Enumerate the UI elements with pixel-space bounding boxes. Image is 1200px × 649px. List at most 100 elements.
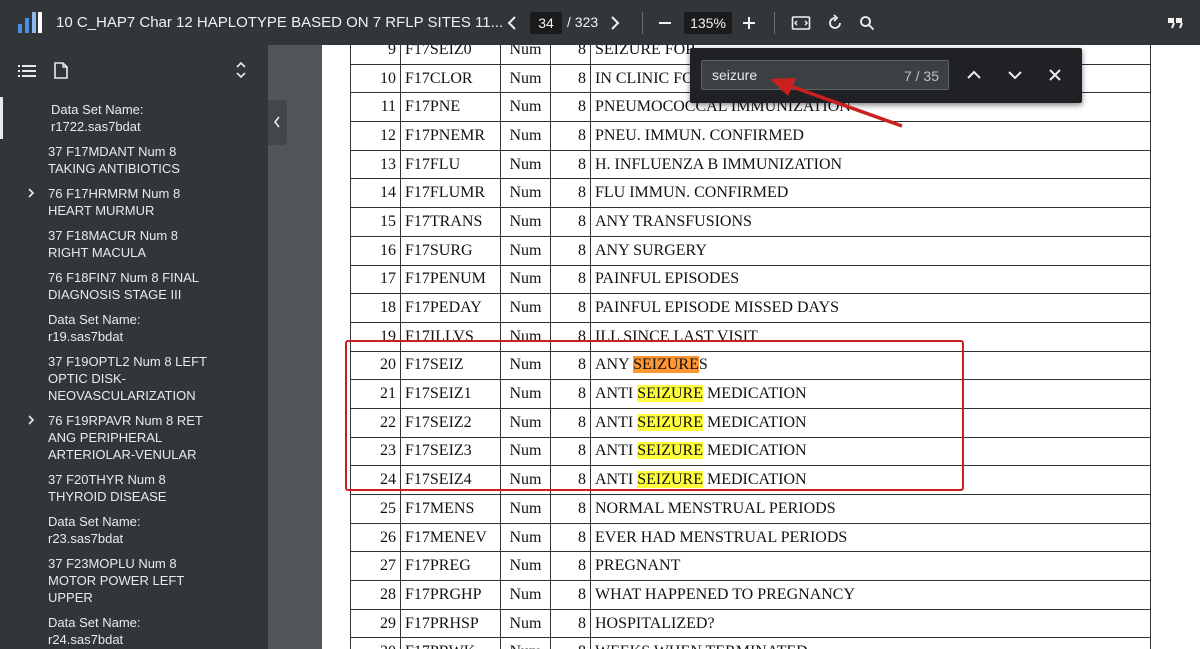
outline-icon[interactable]	[18, 65, 36, 77]
variable-length: 8	[550, 178, 591, 209]
thumbnail-page-icon[interactable]	[54, 62, 68, 79]
expand-collapse-icon[interactable]	[235, 61, 247, 79]
find-close-button[interactable]	[1041, 61, 1069, 89]
row-number: 30	[350, 637, 401, 649]
label-text: WHAT HAPPENED TO PREGNANCY	[595, 585, 856, 603]
app-logo-icon	[18, 12, 42, 33]
sidebar-item-label: Data Set Name:	[51, 102, 144, 117]
chevron-right-icon[interactable]	[25, 187, 37, 199]
variable-name: F17MENS	[400, 494, 501, 524]
variable-type: Num	[500, 178, 551, 209]
table-row: 25 F17MENS Num 8 NORMAL MENSTRUAL PERIODS	[350, 494, 1151, 524]
sidebar-bookmark-item[interactable]: 37 F19OPTL2 Num 8 LEFT OPTIC DISK- NEOVASC…	[0, 349, 268, 408]
label-text: ANY SURGERY	[595, 241, 707, 259]
variable-length: 8	[550, 264, 591, 295]
variable-label: PREGNANT	[590, 551, 1151, 582]
sidebar-item-label: HEART MURMUR	[48, 203, 155, 218]
row-number: 17	[350, 264, 401, 295]
sidebar-item-label: 37 F19OPTL2 Num 8 LEFT	[48, 354, 207, 369]
variable-name: F17FLUMR	[400, 178, 501, 209]
variable-type: Num	[500, 149, 551, 180]
variable-length: 8	[550, 207, 591, 237]
variable-type: Num	[500, 551, 551, 582]
table-row: 30F17PRWKNum8 WEEKS WHEN TERMINATED	[350, 637, 1151, 649]
sidebar-bookmark-item[interactable]: 76 F18FIN7 Num 8 FINAL DIAGNOSIS STAGE II…	[0, 265, 268, 307]
row-number: 25	[350, 494, 401, 524]
zoom-in-button[interactable]	[734, 8, 764, 38]
search-button[interactable]	[852, 8, 882, 38]
rotate-button[interactable]	[820, 8, 850, 38]
label-text: SEIZURE FOR	[595, 45, 696, 58]
variable-length: 8	[550, 580, 591, 610]
sidebar-item-label: Data Set Name:	[48, 514, 141, 529]
next-page-button[interactable]	[600, 8, 630, 38]
sidebar-bookmark-item[interactable]: 76 F19RPAVR Num 8 RET ANG PERIPHERAL ARTER…	[0, 408, 268, 467]
chevron-right-icon[interactable]	[25, 414, 37, 426]
plus-icon	[743, 17, 755, 29]
sidebar-item-label: OPTIC DISK-	[48, 371, 127, 386]
variable-label: PAINFUL EPISODES	[590, 264, 1151, 295]
variable-type: Num	[500, 637, 551, 649]
sidebar-bookmark-item[interactable]: Data Set Name: r19.sas7bdat	[0, 307, 268, 349]
sidebar-bookmark-item[interactable]: Data Set Name: r24.sas7bdat	[0, 610, 268, 649]
variable-length: 8	[550, 522, 591, 553]
variable-label: NORMAL MENSTRUAL PERIODS	[590, 494, 1151, 524]
row-number: 15	[350, 207, 401, 237]
find-next-button[interactable]	[1001, 61, 1029, 89]
variable-name: F17MENEV	[400, 522, 501, 553]
table-row: 17 F17PENUM Num 8 PAINFUL EPISODES	[350, 264, 1151, 295]
sidebar-item-label: MOTOR POWER LEFT	[48, 573, 185, 588]
sidebar-collapse-button[interactable]	[268, 100, 287, 145]
label-text: HOSPITALIZED?	[595, 614, 715, 632]
label-text: H. INFLUENZA B IMMUNIZATION	[595, 155, 843, 173]
variable-type: Num	[500, 235, 551, 266]
variable-name: F17PREG	[400, 551, 501, 582]
page-number-input[interactable]: 34	[530, 12, 562, 34]
sidebar-bookmark-item[interactable]: 37 F17MDANT Num 8 TAKING ANTIBIOTICS	[0, 139, 268, 181]
sidebar-item-label: Data Set Name:	[48, 312, 141, 327]
variable-name: F17FLU	[400, 149, 501, 180]
sidebar-bookmark-item[interactable]: Data Set Name: r1722.sas7bdat	[0, 97, 268, 139]
sidebar-bookmark-item[interactable]: 76 F17HRMRM Num 8 HEART MURMUR	[0, 181, 268, 223]
variable-length: 8	[550, 149, 591, 180]
label-text: PNEU. IMMUN. CONFIRMED	[595, 126, 804, 144]
toolbar-divider	[774, 12, 775, 34]
row-number: 12	[350, 121, 401, 151]
variable-label: ANY SURGERY	[590, 235, 1151, 266]
previous-page-button[interactable]	[497, 8, 527, 38]
sidebar-bookmark-item[interactable]: Data Set Name: r23.sas7bdat	[0, 509, 268, 551]
zoom-out-button[interactable]	[650, 8, 680, 38]
variable-length: 8	[550, 121, 591, 151]
row-number: 29	[350, 608, 401, 639]
find-input[interactable]: seizure 7 / 35	[701, 60, 949, 90]
row-number: 18	[350, 293, 401, 323]
row-number: 27	[350, 551, 401, 582]
find-previous-button[interactable]	[960, 61, 988, 89]
variable-label: PAINFUL EPISODE MISSED DAYS	[590, 293, 1151, 323]
sidebar-header	[0, 45, 268, 95]
variable-length: 8	[550, 92, 591, 123]
zoom-level-input[interactable]: 135%	[684, 12, 732, 34]
sidebar-item-label: Data Set Name:	[48, 615, 141, 630]
toolbar-divider	[642, 12, 643, 34]
table-row: 26 F17MENEV Num 8 EVER HAD MENSTRUAL PERIODS	[350, 522, 1151, 553]
variable-name: F17CLOR	[400, 63, 501, 94]
variable-label: H. INFLUENZA B IMMUNIZATION	[590, 149, 1151, 180]
table-row: 14 F17FLUMR Num 8 FLU IMMUN. CONFIRMED	[350, 178, 1151, 209]
row-number: 11	[350, 92, 401, 123]
page-total: / 323	[567, 14, 599, 30]
variable-type: Num	[500, 121, 551, 151]
sidebar-bookmark-item[interactable]: 37 F18MACUR Num 8 RIGHT MACULA	[0, 223, 268, 265]
table-row: 15 F17TRANS Num 8 ANY TRANSFUSIONS	[350, 207, 1151, 237]
fit-page-button[interactable]	[786, 8, 816, 38]
comment-button[interactable]	[1160, 8, 1190, 38]
sidebar-bookmark-item[interactable]: 37 F23MOPLU Num 8 MOTOR POWER LEFT UPPER	[0, 551, 268, 610]
row-number: 16	[350, 235, 401, 266]
label-text: PAINFUL EPISODES	[595, 270, 740, 288]
sidebar-bookmark-item[interactable]: 37 F20THYR Num 8 THYROID DISEASE	[0, 467, 268, 509]
label-text: EVER HAD MENSTRUAL PERIODS	[595, 528, 848, 546]
document-title: 10 C_HAP7 Char 12 HAPLOTYPE BASED ON 7 R…	[56, 14, 504, 31]
variable-name: F17PNEMR	[400, 121, 501, 151]
variable-label: WHAT HAPPENED TO PREGNANCY	[590, 580, 1151, 610]
variable-type: Num	[500, 580, 551, 610]
